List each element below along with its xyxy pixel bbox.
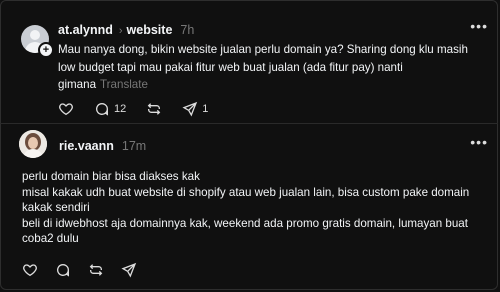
post-topic[interactable]: website xyxy=(127,23,173,37)
post-actions: 12 1 xyxy=(58,100,228,118)
chevron-right-icon: › xyxy=(118,25,123,37)
reply-avatar-photo xyxy=(19,130,47,158)
repost-button[interactable] xyxy=(88,262,104,278)
comment-icon xyxy=(57,264,70,277)
share-count: 1 xyxy=(202,103,209,115)
reply-username[interactable]: rie.vaann xyxy=(59,139,114,153)
like-button[interactable] xyxy=(58,101,74,117)
reply-line: perlu domain biar bisa diakses kak xyxy=(22,170,200,183)
heart-icon xyxy=(59,103,73,116)
reply-actions xyxy=(22,261,154,279)
reply-avatar[interactable] xyxy=(19,130,47,158)
post-header: at.alynnd › website 7h xyxy=(58,23,194,37)
like-button[interactable] xyxy=(22,262,38,278)
more-options-icon[interactable]: ••• xyxy=(470,18,488,34)
reply-text: perlu domain biar bisa diakses kak misal… xyxy=(22,169,487,247)
repost-button[interactable] xyxy=(146,101,162,117)
repost-icon xyxy=(147,103,161,115)
translate-link[interactable]: Translate xyxy=(100,78,148,91)
reply-button[interactable]: 12 xyxy=(94,101,126,117)
share-icon xyxy=(121,262,137,278)
more-options-icon[interactable]: ••• xyxy=(470,134,488,150)
reply-count: 12 xyxy=(114,103,127,115)
share-button[interactable] xyxy=(121,262,137,278)
post-username[interactable]: at.alynnd xyxy=(58,23,113,37)
reply-header: rie.vaann 17m xyxy=(59,139,146,153)
share-button[interactable]: 1 xyxy=(182,101,208,117)
reply-button[interactable] xyxy=(55,262,71,278)
reply-time: 17m xyxy=(121,139,147,153)
reply-line: misal kakak udh buat website di shopify … xyxy=(22,185,470,215)
share-icon xyxy=(182,101,198,117)
repost-icon xyxy=(89,264,103,276)
post-time: 7h xyxy=(180,23,195,37)
follow-plus-icon[interactable]: + xyxy=(38,42,54,58)
reply-line: beli di idwebhost aja domainnya kak, wee… xyxy=(22,216,468,246)
heart-icon xyxy=(23,264,37,277)
avatar-head-shape xyxy=(30,30,40,40)
divider xyxy=(0,123,498,124)
comment-icon xyxy=(96,103,109,116)
post-text: Mau nanya dong, bikin website jualan per… xyxy=(58,41,478,94)
